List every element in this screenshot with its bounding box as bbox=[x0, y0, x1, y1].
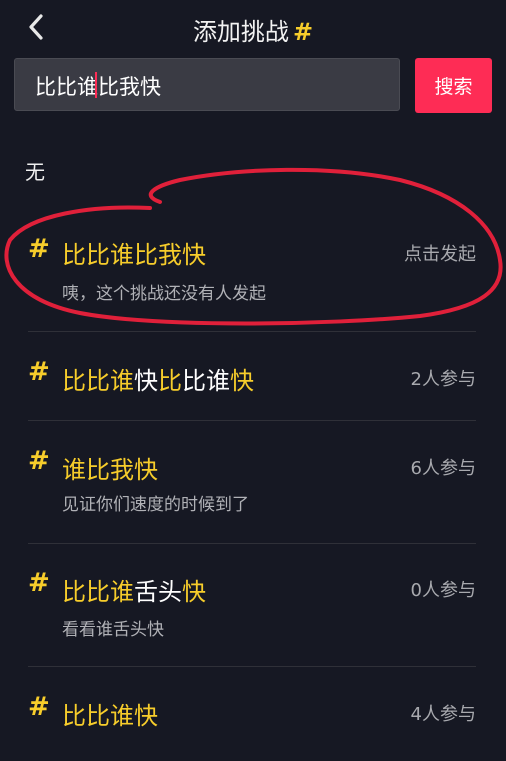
challenge-name-part: 比谁 bbox=[182, 367, 230, 395]
participant-count: 4人参与 bbox=[410, 704, 476, 725]
challenge-name-part: 快 bbox=[134, 367, 158, 395]
challenge-item[interactable]: # 比比谁快比比谁快 2人参与 bbox=[0, 345, 506, 435]
hashtag-icon: # bbox=[28, 234, 50, 264]
hashtag-icon: # bbox=[28, 568, 50, 598]
divider bbox=[28, 666, 476, 667]
challenge-name-part: 谁比我快 bbox=[62, 456, 158, 484]
challenge-description: 咦，这个挑战还没有人发起 bbox=[62, 284, 266, 304]
participant-count: 2人参与 bbox=[410, 369, 476, 390]
challenge-name-part: 比比谁 bbox=[62, 578, 134, 606]
challenge-name-part: 舌头 bbox=[134, 578, 182, 606]
hashtag-icon: # bbox=[28, 446, 50, 476]
text-caret bbox=[95, 72, 97, 98]
challenge-item-create[interactable]: # 比比谁比我快 点击发起 咦，这个挑战还没有人发起 bbox=[0, 222, 506, 327]
challenge-item[interactable]: # 谁比我快 6人参与 见证你们速度的时候到了 bbox=[0, 436, 506, 541]
no-results-label: 无 bbox=[25, 160, 45, 184]
search-input-value: 比比谁比我快 bbox=[35, 75, 161, 99]
challenge-name: 比比谁快比比谁快 bbox=[62, 361, 254, 396]
challenge-name: 比比谁舌头快 bbox=[62, 572, 206, 607]
divider bbox=[28, 331, 476, 332]
hashtag-icon: # bbox=[28, 692, 50, 722]
create-challenge-link[interactable]: 点击发起 bbox=[404, 240, 476, 266]
hashtag-icon: # bbox=[28, 357, 50, 387]
challenge-name-part: 比比谁快 bbox=[62, 702, 158, 730]
challenge-name: 比比谁快 bbox=[62, 696, 158, 731]
search-button[interactable]: 搜索 bbox=[415, 58, 492, 113]
divider bbox=[28, 543, 476, 544]
page-title-text: 添加挑战 bbox=[192, 18, 289, 46]
divider bbox=[28, 420, 476, 421]
challenge-name: 比比谁比我快 bbox=[62, 235, 206, 270]
challenge-name-part: 比比谁 bbox=[62, 367, 134, 395]
search-input[interactable]: 比比谁比我快 bbox=[14, 58, 400, 111]
participant-count: 0人参与 bbox=[410, 580, 476, 601]
challenge-item[interactable]: # 比比谁舌头快 0人参与 看看谁舌头快 bbox=[0, 558, 506, 663]
page-title: 添加挑战 # bbox=[0, 12, 506, 47]
challenge-name: 谁比我快 bbox=[62, 450, 158, 485]
challenge-item[interactable]: # 比比谁快 4人参与 bbox=[0, 680, 506, 750]
hashtag-icon: # bbox=[292, 18, 314, 46]
challenge-name-part: 比比谁比我快 bbox=[62, 241, 206, 269]
header: 添加挑战 # bbox=[0, 0, 506, 56]
challenge-name-part: 比 bbox=[158, 367, 182, 395]
search-bar: 比比谁比我快 搜索 bbox=[14, 58, 492, 113]
participant-count: 6人参与 bbox=[410, 458, 476, 479]
challenge-name-part: 快 bbox=[230, 367, 254, 395]
challenge-name-part: 快 bbox=[182, 578, 206, 606]
challenge-description: 看看谁舌头快 bbox=[62, 620, 164, 640]
challenge-description: 见证你们速度的时候到了 bbox=[62, 495, 249, 515]
